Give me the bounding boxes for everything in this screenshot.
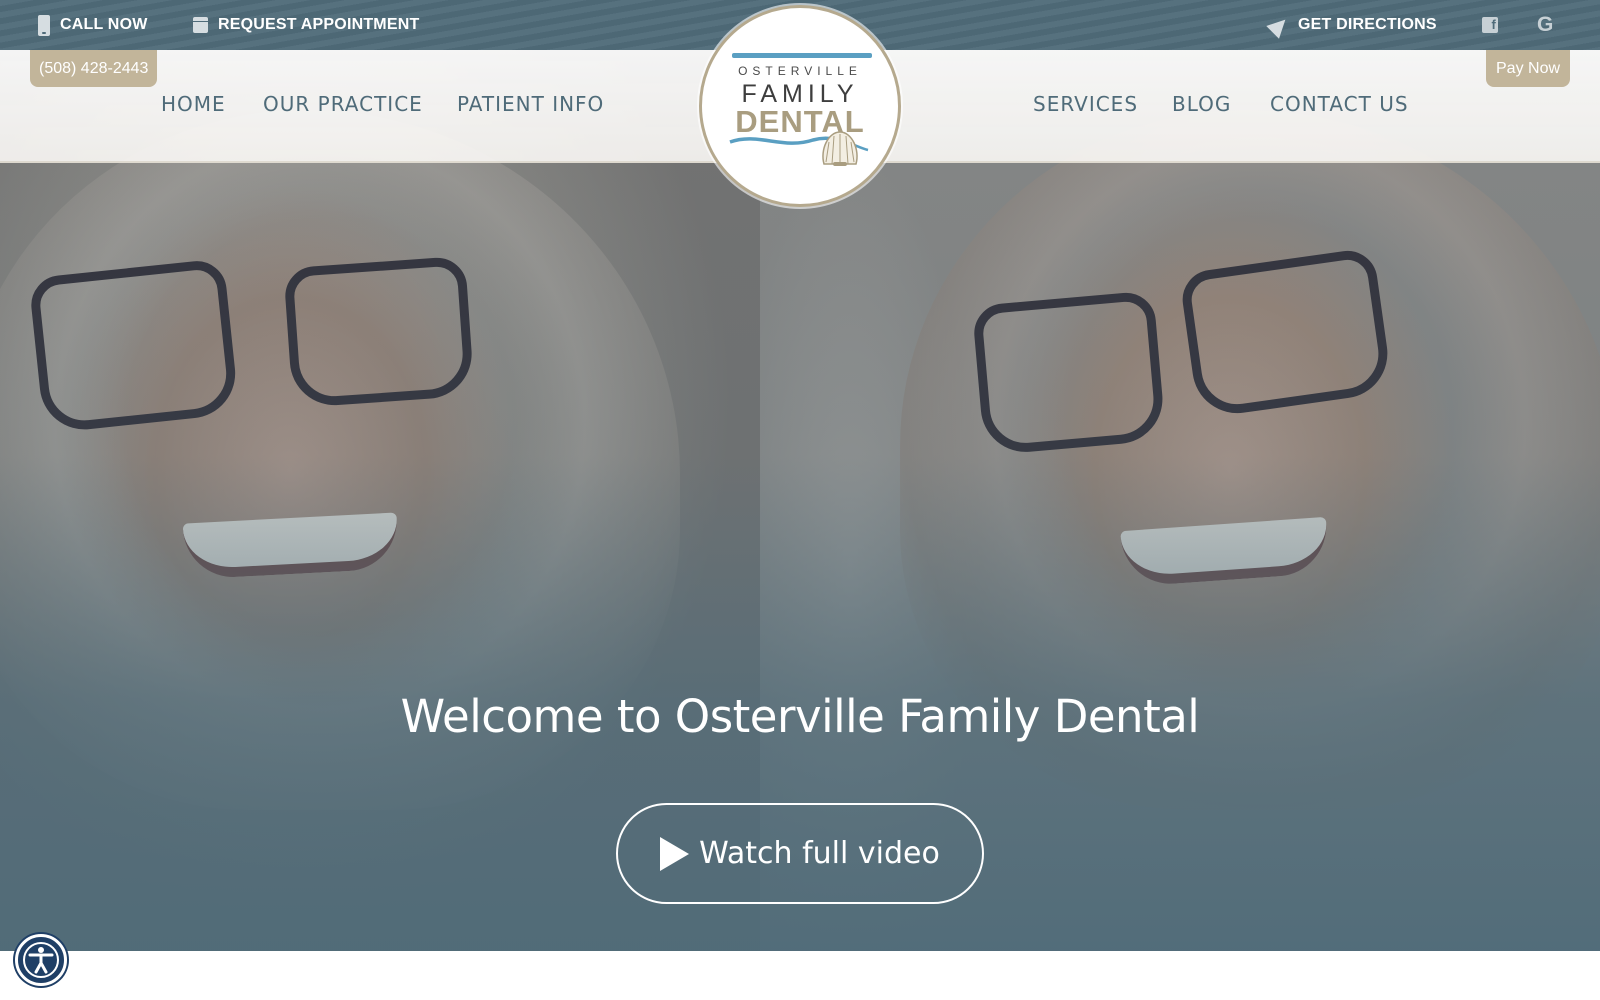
facebook-icon: f	[1482, 17, 1498, 33]
request-appointment-label: REQUEST APPOINTMENT	[218, 16, 420, 33]
nav-contact-us[interactable]: CONTACT US	[1270, 92, 1409, 116]
request-appointment-link[interactable]: REQUEST APPOINTMENT	[193, 0, 419, 50]
watch-video-label: Watch full video	[699, 836, 940, 871]
google-link[interactable]: G	[1537, 0, 1554, 50]
location-arrow-icon	[1266, 13, 1292, 39]
get-directions-link[interactable]: GET DIRECTIONS	[1266, 0, 1437, 50]
nav-blog[interactable]: BLOG	[1172, 92, 1231, 116]
nav-our-practice[interactable]: OUR PRACTICE	[263, 92, 423, 116]
site-logo[interactable]: OSTERVILLE FAMILY DENTAL	[699, 5, 901, 207]
get-directions-label: GET DIRECTIONS	[1298, 16, 1437, 33]
hero-title: Welcome to Osterville Family Dental	[400, 690, 1200, 743]
phone-icon	[38, 14, 50, 36]
shell-wave-icon	[729, 131, 869, 166]
logo-line-osterville: OSTERVILLE	[738, 64, 862, 78]
pay-now-tab[interactable]: Pay Now	[1486, 50, 1571, 87]
google-icon: G	[1537, 13, 1554, 36]
nav-patient-info[interactable]: PATIENT INFO	[457, 92, 604, 116]
watch-video-button[interactable]: Watch full video	[616, 803, 984, 904]
calendar-icon	[193, 17, 208, 33]
play-icon	[660, 836, 690, 871]
phone-number-tab[interactable]: (508) 428-2443	[30, 50, 158, 87]
facebook-link[interactable]: f	[1482, 0, 1498, 50]
call-now-link[interactable]: CALL NOW	[38, 0, 148, 50]
call-now-label: CALL NOW	[60, 16, 148, 33]
logo-top-bar	[732, 53, 872, 58]
nav-services[interactable]: SERVICES	[1033, 92, 1138, 116]
nav-home[interactable]: HOME	[161, 92, 226, 116]
accessibility-button[interactable]	[15, 934, 67, 986]
accessibility-icon	[23, 942, 59, 978]
